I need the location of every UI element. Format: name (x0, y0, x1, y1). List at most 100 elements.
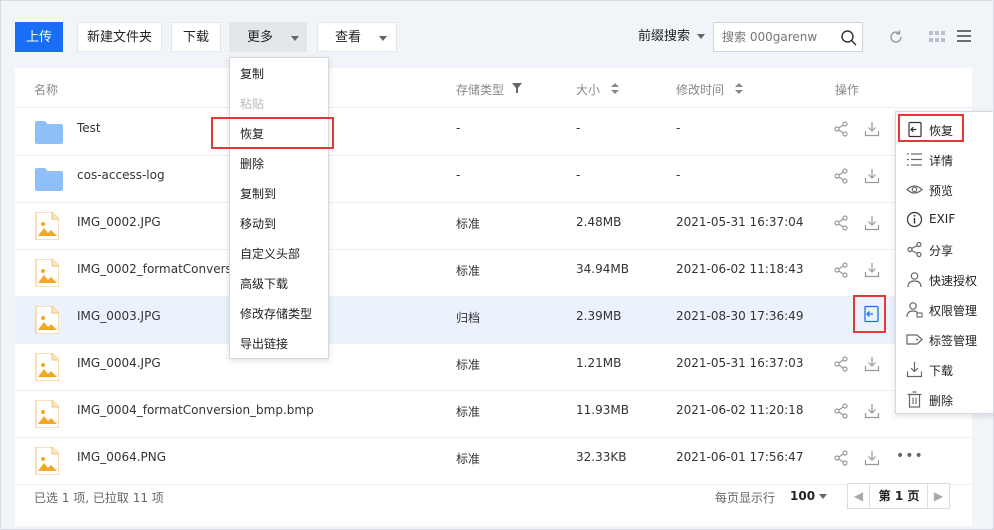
file-size: 11.93MB (576, 403, 629, 417)
file-name[interactable]: IMG_0002.JPG (77, 215, 161, 229)
chevron-down-icon (291, 36, 299, 41)
user-icon (907, 272, 922, 288)
list-icon (907, 153, 922, 166)
more-dropdown[interactable]: 更多 (229, 22, 307, 52)
file-size: 32.33KB (576, 450, 627, 464)
trash-icon (907, 391, 922, 408)
sort-icon[interactable] (735, 83, 743, 94)
context-menu-item[interactable]: 标签管理 (896, 324, 993, 354)
table-row[interactable]: IMG_0004.JPG 标准 1.21MB 2021-05-31 16:37:03 (15, 344, 972, 391)
new-folder-button[interactable]: 新建文件夹 (77, 22, 162, 52)
filter-icon[interactable] (512, 83, 522, 93)
download-icon[interactable] (864, 450, 880, 469)
file-name[interactable]: Test (77, 121, 101, 135)
download-icon[interactable] (864, 215, 880, 234)
chevron-down-icon (379, 36, 387, 41)
restore-context-highlight (898, 114, 964, 142)
context-menu-item[interactable]: EXIF (896, 204, 993, 234)
menu-item[interactable]: 导出链接 (230, 329, 328, 359)
download-icon[interactable] (864, 168, 880, 187)
grid-view-icon[interactable] (929, 30, 945, 44)
share-icon[interactable] (833, 215, 849, 234)
context-menu-item[interactable]: 删除 (896, 384, 993, 414)
context-menu-item[interactable]: 详情 (896, 144, 993, 174)
storage-type: 标准 (456, 264, 481, 278)
context-menu-item[interactable]: 权限管理 (896, 294, 993, 324)
table-row[interactable]: IMG_0064.PNG 标准 32.33KB 2021-06-01 17:56:47… (15, 438, 972, 485)
storage-type: 标准 (456, 358, 481, 372)
share-icon[interactable] (833, 121, 849, 140)
context-menu-label: EXIF (929, 212, 956, 226)
sort-icon[interactable] (611, 83, 619, 94)
file-name[interactable]: IMG_0002_formatConversio (77, 262, 242, 276)
col-size[interactable]: 大小 (576, 81, 600, 98)
col-actions: 操作 (835, 83, 860, 97)
share-icon[interactable] (833, 262, 849, 281)
col-storage-type: 存储类型 (456, 83, 505, 97)
download-icon[interactable] (864, 262, 880, 281)
search-icon[interactable] (840, 29, 858, 47)
table-row[interactable]: IMG_0003.JPG 归档 2.39MB 2021-08-30 17:36:49 (15, 297, 972, 344)
page-size-label: 每页显示行 (715, 491, 776, 505)
file-size: 2.48MB (576, 215, 622, 229)
col-name: 名称 (34, 83, 59, 97)
page-size-select[interactable]: 100 (790, 489, 827, 503)
modified-time: 2021-08-30 17:36:49 (676, 309, 804, 323)
download-icon[interactable] (864, 356, 880, 375)
view-dropdown[interactable]: 查看 (317, 22, 397, 52)
modified-time: - (676, 168, 681, 182)
file-name[interactable]: IMG_0004.JPG (77, 356, 161, 370)
list-view-icon[interactable] (956, 29, 972, 43)
share-icon[interactable] (833, 450, 849, 469)
share-icon[interactable] (833, 356, 849, 375)
file-name[interactable]: IMG_0004_formatConversion_bmp.bmp (77, 403, 314, 417)
menu-item[interactable]: 修改存储类型 (230, 299, 328, 329)
search-input[interactable] (714, 23, 832, 51)
chevron-down-icon (819, 494, 827, 499)
share-icon (907, 241, 922, 258)
menu-item[interactable]: 高级下载 (230, 269, 328, 299)
user-lock-icon (906, 302, 923, 318)
restore-icon[interactable] (862, 305, 880, 323)
file-name[interactable]: IMG_0003.JPG (77, 309, 161, 323)
pagination: ◀ 第 1 页 ▶ (847, 483, 950, 509)
download-icon (906, 362, 923, 378)
context-menu-label: 快速授权 (929, 274, 978, 288)
context-menu-item[interactable]: 分享 (896, 234, 993, 264)
menu-item[interactable]: 删除 (230, 149, 328, 179)
download-icon[interactable] (864, 121, 880, 140)
next-page-button[interactable]: ▶ (927, 484, 949, 508)
context-menu-item[interactable]: 下载 (896, 354, 993, 384)
table-row[interactable]: IMG_0004_formatConversion_bmp.bmp 标准 11.93… (15, 391, 972, 438)
prefix-search-dropdown[interactable]: 前缀搜索 (638, 22, 705, 52)
col-modified[interactable]: 修改时间 (676, 81, 724, 98)
menu-item[interactable]: 复制到 (230, 179, 328, 209)
share-icon[interactable] (833, 403, 849, 422)
refresh-icon[interactable] (887, 28, 905, 46)
file-size: - (576, 168, 581, 182)
upload-button[interactable]: 上传 (15, 22, 63, 52)
share-icon[interactable] (833, 168, 849, 187)
context-menu-item[interactable]: 快速授权 (896, 264, 993, 294)
table-row[interactable]: IMG_0002.JPG 标准 2.48MB 2021-05-31 16:37:04 (15, 203, 972, 250)
table-row[interactable]: IMG_0002_formatConversio 标准 34.94MB 2021-06… (15, 250, 972, 297)
file-name[interactable]: IMG_0064.PNG (77, 450, 166, 464)
menu-item[interactable]: 移动到 (230, 209, 328, 239)
menu-item[interactable]: 复制 (230, 59, 328, 89)
image-file-icon (35, 446, 60, 478)
modified-time: 2021-06-01 17:56:47 (676, 450, 804, 464)
prev-page-button[interactable]: ◀ (848, 484, 870, 508)
context-menu-item[interactable]: 预览 (896, 174, 993, 204)
menu-item[interactable]: 自定义头部 (230, 239, 328, 269)
file-name[interactable]: cos-access-log (77, 168, 165, 182)
more-actions-icon[interactable]: ••• (896, 448, 924, 464)
file-size: 34.94MB (576, 262, 629, 276)
download-button[interactable]: 下载 (171, 22, 221, 52)
file-size: 1.21MB (576, 356, 622, 370)
table-row[interactable]: Test - - - (15, 109, 972, 156)
download-icon[interactable] (864, 403, 880, 422)
table-row[interactable]: cos-access-log - - - (15, 156, 972, 203)
context-menu-label: 权限管理 (929, 304, 978, 318)
modified-time: 2021-05-31 16:37:04 (676, 215, 804, 229)
file-size: - (576, 121, 581, 135)
